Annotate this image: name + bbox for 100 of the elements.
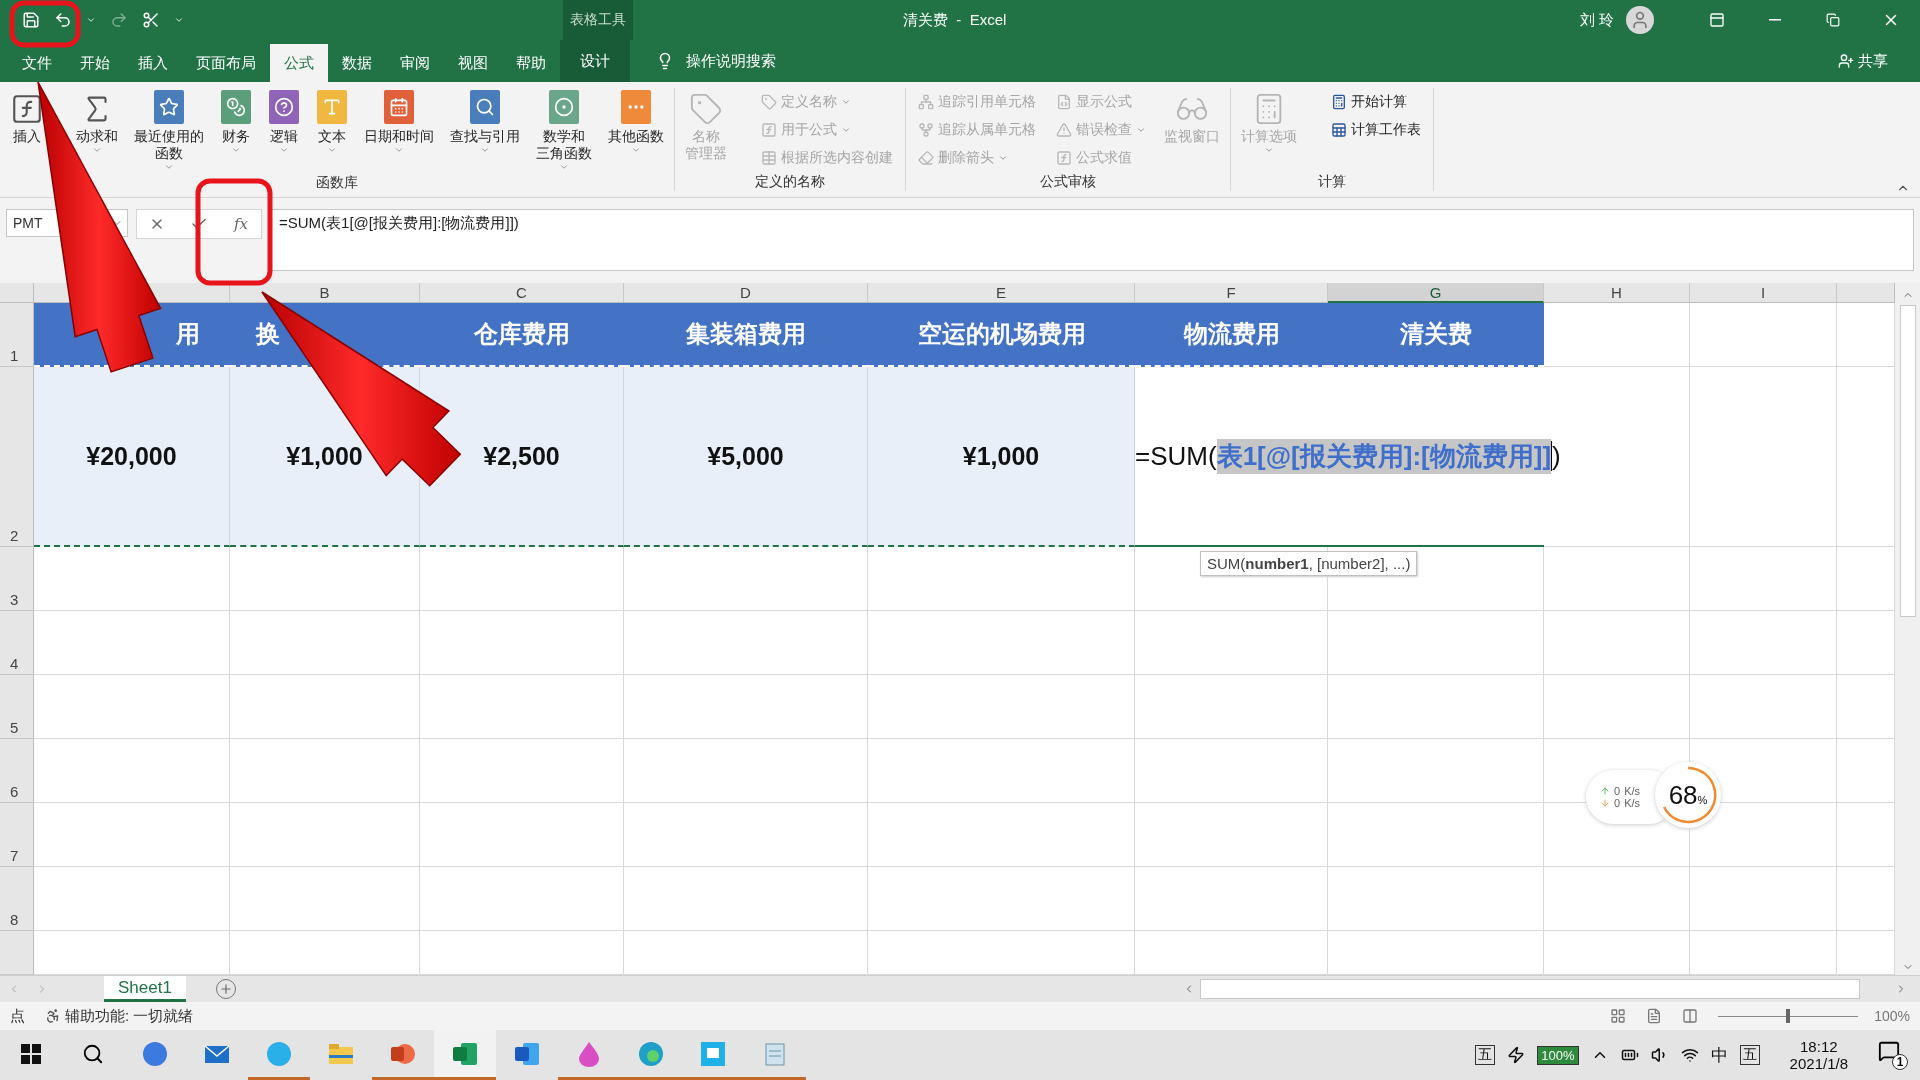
- text-book-icon: [317, 90, 347, 124]
- eraser-icon: [918, 150, 934, 166]
- app-icon: [700, 1040, 726, 1067]
- formula-sheet-icon: [1056, 94, 1072, 110]
- accessibility-status[interactable]: 辅助功能: 一切就绪: [65, 1006, 194, 1026]
- column-header[interactable]: D: [624, 283, 868, 303]
- upload-speed: 0: [1614, 785, 1621, 797]
- ribbon-button[interactable]: 查找与引用: [446, 88, 524, 174]
- ribbon-tab[interactable]: 开始: [66, 44, 124, 82]
- row-header[interactable]: 1: [0, 303, 34, 367]
- columns-icon: [1682, 1008, 1699, 1024]
- taskbar-button[interactable]: [434, 1030, 496, 1080]
- scroll-thumb[interactable]: [1899, 305, 1916, 617]
- column-header[interactable]: E: [868, 283, 1135, 303]
- column-header[interactable]: H: [1544, 283, 1690, 303]
- save-icon: [22, 11, 40, 29]
- minimize-icon: [1769, 19, 1781, 21]
- download-speed: 0: [1614, 797, 1621, 809]
- browser-icon: [266, 1040, 292, 1067]
- ribbon-display-icon: [1709, 12, 1725, 28]
- gauge-value: 68: [1668, 779, 1698, 811]
- column-header[interactable]: G: [1328, 283, 1544, 303]
- undo-dropdown-button[interactable]: [86, 15, 96, 25]
- redo-button[interactable]: [110, 11, 128, 29]
- ribbon-tab[interactable]: 视图: [444, 44, 502, 82]
- speed-unit: K/s: [1624, 797, 1641, 809]
- ime-mode[interactable]: 五: [1739, 1045, 1760, 1065]
- row-header[interactable]: 3: [0, 547, 34, 611]
- browser-icon: [638, 1040, 664, 1067]
- ribbon-button[interactable]: 最近使用的 函数: [130, 88, 208, 174]
- math-book-icon: [549, 90, 579, 124]
- column-header[interactable]: B: [230, 283, 420, 303]
- ribbon-button[interactable]: 逻辑: [264, 88, 304, 174]
- ribbon-button[interactable]: 日期和时间: [360, 88, 438, 174]
- cut-button[interactable]: [142, 11, 160, 29]
- notepad-icon: [762, 1040, 788, 1067]
- row-header[interactable]: 4: [0, 611, 34, 675]
- grid-icon: [1610, 1008, 1627, 1024]
- column-header[interactable]: I: [1690, 283, 1837, 303]
- network-button[interactable]: [1680, 1046, 1699, 1064]
- row-header[interactable]: 6: [0, 739, 34, 803]
- column-header[interactable]: F: [1135, 283, 1328, 303]
- tell-me-search[interactable]: 操作说明搜索: [650, 40, 782, 82]
- sheet-tab[interactable]: Sheet1: [104, 976, 186, 1002]
- caret-icon: [174, 15, 184, 25]
- avatar[interactable]: [1626, 6, 1654, 34]
- ribbon-tab[interactable]: 插入: [124, 44, 182, 82]
- formula-field[interactable]: =SUM(表1[@[报关费用]:[物流费用]]): [270, 209, 1914, 271]
- ribbon-button[interactable]: 开始计算: [1329, 90, 1423, 114]
- zoom-thumb[interactable]: [1786, 1009, 1791, 1023]
- search-book-icon: [470, 90, 500, 124]
- ribbon-button[interactable]: 数学和 三角函数: [532, 88, 596, 174]
- table-header: 仓库费用: [420, 303, 624, 367]
- group-label: 计算: [1318, 173, 1346, 191]
- ribbon-tab[interactable]: 页面布局: [182, 44, 270, 82]
- ribbon-button[interactable]: 动求和: [72, 88, 122, 174]
- ime-mode[interactable]: 五: [1475, 1045, 1496, 1065]
- spreadsheet-icon: [452, 1040, 478, 1067]
- context-tab-label: 表格工具: [563, 0, 633, 40]
- document-icon: [514, 1040, 540, 1067]
- formula-reference: 表1[@[报关费用]:[物流费用]]: [1216, 438, 1552, 474]
- notification-button[interactable]: 1: [1878, 1040, 1908, 1070]
- group-label: 定义的名称: [755, 173, 825, 191]
- ribbon-button[interactable]: 财务: [216, 88, 256, 174]
- save-button[interactable]: [22, 11, 40, 29]
- person-plus-icon: [1838, 53, 1854, 69]
- start-icon: [21, 1043, 41, 1064]
- dots-book-icon: [621, 90, 651, 124]
- question-book-icon: [269, 90, 299, 124]
- input-language[interactable]: 中: [1710, 1043, 1728, 1067]
- ribbon-button[interactable]: 插入: [6, 88, 48, 174]
- clock-time: 18:12: [1800, 1038, 1838, 1055]
- ribbon-button[interactable]: 文本: [312, 88, 352, 174]
- function-icon: [1056, 150, 1072, 166]
- row-header[interactable]: 2: [0, 367, 34, 547]
- undo-button[interactable]: [54, 11, 72, 29]
- speed-unit: K/s: [1624, 785, 1641, 797]
- ribbon-tab[interactable]: 审阅: [386, 44, 444, 82]
- star-book-icon: [154, 90, 184, 124]
- ribbon-tab[interactable]: 公式: [270, 44, 328, 82]
- row-header[interactable]: 5: [0, 675, 34, 739]
- share-button[interactable]: 共享: [1832, 40, 1894, 82]
- row-header[interactable]: 8: [0, 867, 34, 931]
- ribbon-button[interactable]: 计算工作表: [1329, 118, 1423, 142]
- scroll-thumb[interactable]: [1200, 979, 1860, 999]
- column-header[interactable]: C: [420, 283, 624, 303]
- ribbon-button[interactable]: 其他函数: [604, 88, 668, 174]
- table-cell: ¥20,000: [34, 367, 230, 547]
- group-label: 公式审核: [1040, 173, 1096, 191]
- lightning-icon: [1507, 1046, 1526, 1064]
- coins-book-icon: [221, 90, 251, 124]
- ribbon-tab[interactable]: 帮助: [502, 44, 560, 82]
- ribbon-tab[interactable]: 文件: [8, 44, 66, 82]
- ribbon-tab[interactable]: 设计: [560, 40, 630, 82]
- table-header: 清关费: [1328, 303, 1544, 367]
- notification-count: 1: [1892, 1054, 1908, 1070]
- highlight-ring: [9, 0, 81, 48]
- customize-button[interactable]: [174, 15, 184, 25]
- row-header[interactable]: 7: [0, 803, 34, 867]
- ribbon-tab[interactable]: 数据: [328, 44, 386, 82]
